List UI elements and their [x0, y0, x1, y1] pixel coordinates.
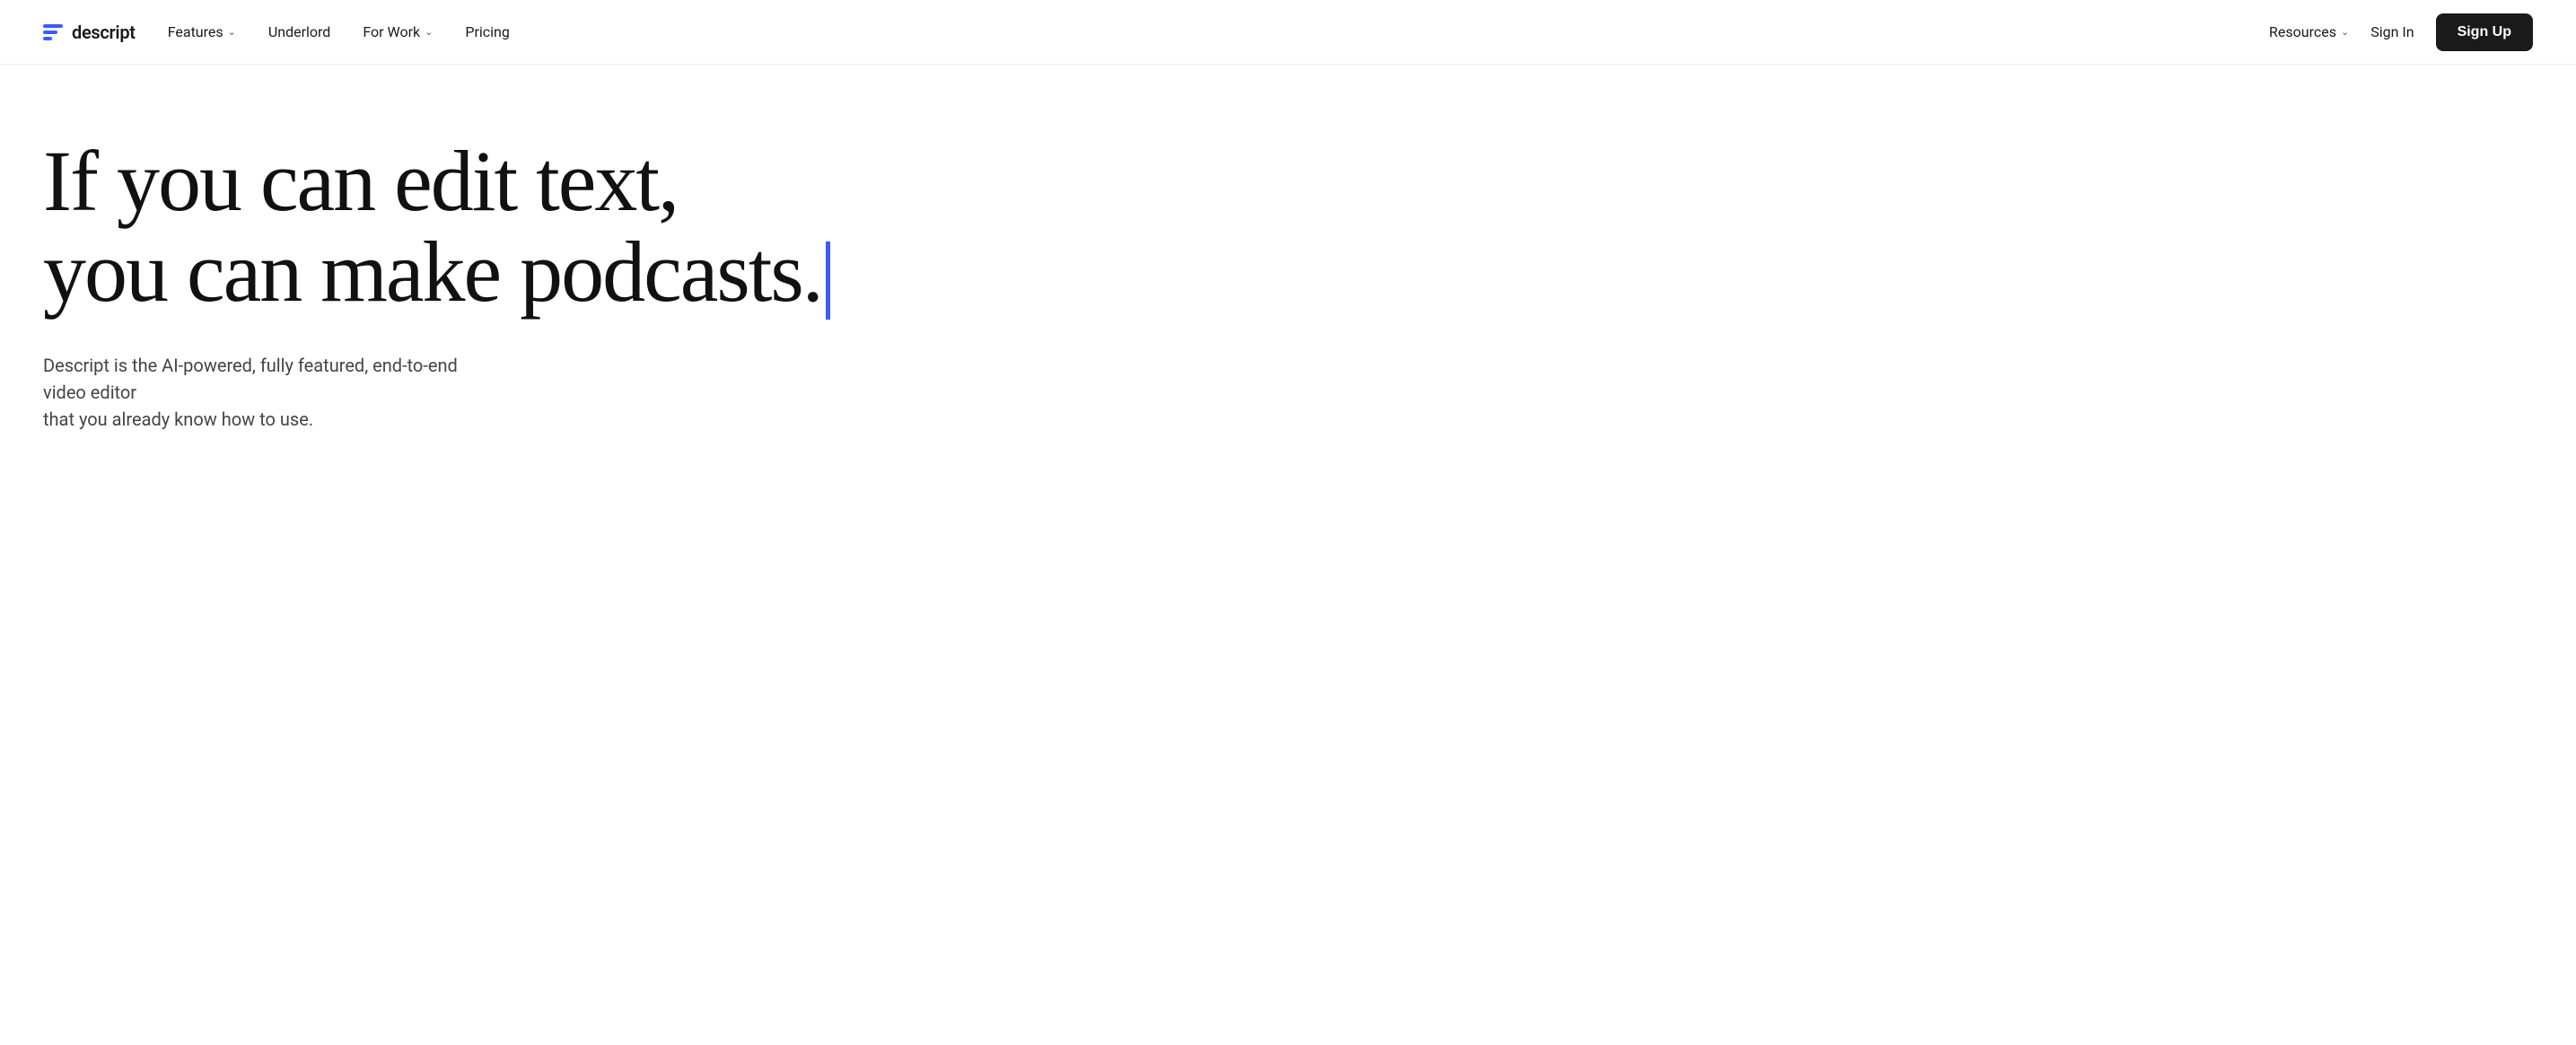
hero-section: If you can edit text, you can make podca…	[0, 65, 1257, 487]
nav-right: Resources ⌄ Sign In Sign Up	[2269, 13, 2533, 51]
hero-subtext-line2: that you already know how to use.	[43, 408, 313, 430]
nav-item-pricing[interactable]: Pricing	[465, 23, 510, 40]
nav-item-resources-label: Resources	[2269, 23, 2336, 40]
nav-item-for-work[interactable]: For Work ⌄	[363, 23, 433, 40]
sign-up-button[interactable]: Sign Up	[2436, 13, 2533, 51]
nav-item-resources[interactable]: Resources ⌄	[2269, 23, 2349, 40]
hero-subtext-line1: Descript is the AI-powered, fully featur…	[43, 355, 458, 403]
logo-bar-3	[43, 37, 52, 40]
logo-bar-1	[43, 24, 63, 28]
nav-left: descript Features ⌄ Underlord For Work ⌄…	[43, 22, 510, 43]
chevron-down-icon: ⌄	[228, 26, 236, 38]
text-cursor	[826, 241, 830, 319]
navigation: descript Features ⌄ Underlord For Work ⌄…	[0, 0, 2576, 65]
nav-item-features-label: Features	[168, 23, 223, 40]
hero-headline: If you can edit text, you can make podca…	[43, 136, 1214, 320]
hero-headline-line2: you can make podcasts.	[43, 224, 822, 320]
logo-text: descript	[72, 22, 136, 43]
chevron-down-icon-2: ⌄	[425, 26, 433, 38]
nav-item-underlord[interactable]: Underlord	[268, 23, 330, 40]
nav-item-pricing-label: Pricing	[465, 23, 510, 40]
nav-item-features[interactable]: Features ⌄	[168, 23, 236, 40]
hero-subtext: Descript is the AI-powered, fully featur…	[43, 352, 492, 433]
logo-icon	[43, 24, 63, 40]
logo-bar-2	[43, 31, 57, 34]
hero-headline-line1: If you can edit text,	[43, 133, 678, 229]
chevron-down-icon-3: ⌄	[2341, 26, 2349, 38]
sign-in-link[interactable]: Sign In	[2370, 23, 2414, 40]
logo[interactable]: descript	[43, 22, 136, 43]
nav-item-underlord-label: Underlord	[268, 23, 330, 40]
nav-item-for-work-label: For Work	[363, 23, 420, 40]
